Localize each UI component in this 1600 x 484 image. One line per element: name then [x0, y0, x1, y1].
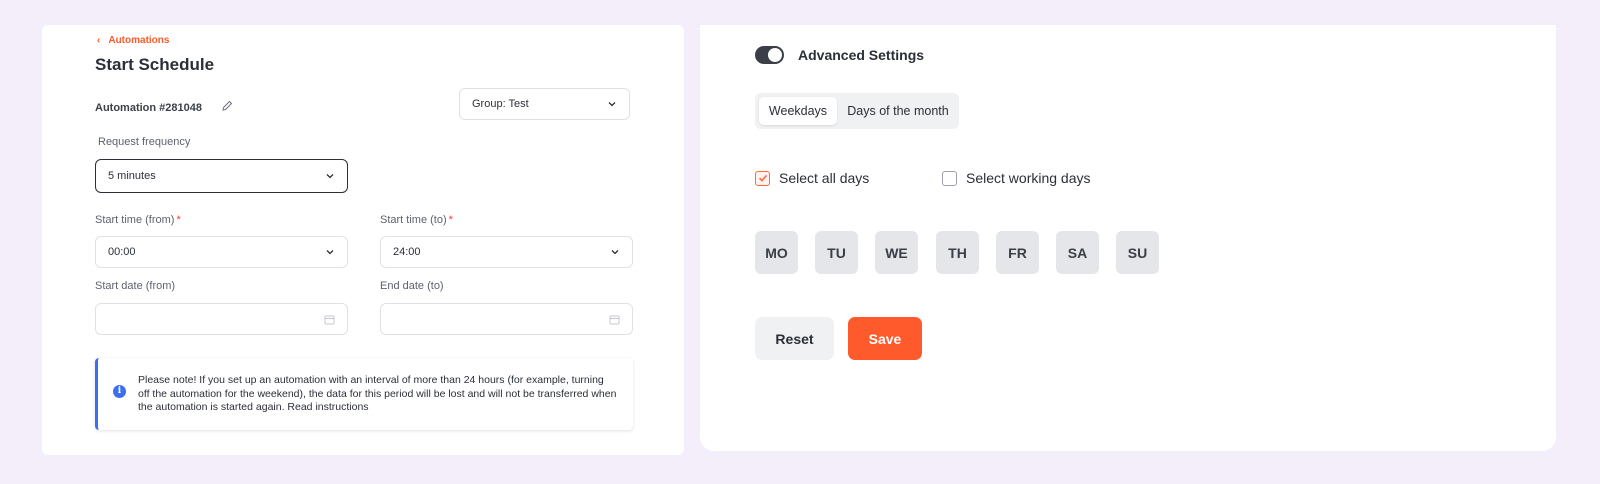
start-date-from-label: Start date (from) — [95, 280, 176, 292]
reset-button[interactable]: Reset — [755, 317, 834, 360]
tab-weekdays[interactable]: Weekdays — [759, 97, 837, 125]
checkbox-checked-icon[interactable] — [755, 170, 770, 186]
toggle-knob — [768, 48, 782, 62]
start-time-to-label-text: Start time (to) — [380, 214, 447, 226]
end-date-to-label: End date (to) — [380, 280, 444, 292]
start-time-from-label-text: Start time (from) — [95, 214, 175, 226]
group-select-value: Group: Test — [472, 98, 529, 110]
frequency-select[interactable]: 5 minutes — [95, 159, 348, 193]
day-button-sa[interactable]: SA — [1056, 231, 1099, 274]
end-date-to-input[interactable] — [380, 303, 633, 335]
chevron-left-icon: ‹ — [97, 35, 101, 46]
start-time-from-select[interactable]: 00:00 — [95, 236, 348, 268]
info-note-text: Please note! If you set up an automation… — [138, 374, 617, 413]
chevron-down-icon — [608, 102, 616, 107]
tab-days-of-month[interactable]: Days of the month — [841, 97, 955, 125]
select-working-days-label: Select working days — [966, 170, 1091, 186]
frequency-label: Request frequency — [98, 136, 191, 148]
calendar-icon — [324, 315, 335, 325]
group-select[interactable]: Group: Test — [459, 88, 630, 120]
breadcrumb-label: Automations — [108, 35, 170, 46]
edit-pencil-icon[interactable] — [220, 99, 234, 116]
schedule-panel: ‹ Automations Start Schedule Automation … — [42, 25, 684, 455]
info-note: i Please note! If you set up an automati… — [95, 358, 633, 430]
start-time-from-value: 00:00 — [108, 246, 136, 258]
breadcrumb-back-link[interactable]: ‹ Automations — [97, 35, 169, 46]
day-button-fr[interactable]: FR — [996, 231, 1039, 274]
required-mark: * — [176, 214, 181, 226]
start-time-to-select[interactable]: 24:00 — [380, 236, 633, 268]
day-button-tu[interactable]: TU — [815, 231, 858, 274]
chevron-down-icon — [326, 250, 334, 255]
advanced-settings-panel: Advanced Settings Weekdays Days of the m… — [700, 25, 1556, 451]
day-button-su[interactable]: SU — [1116, 231, 1159, 274]
select-working-days-option[interactable]: Select working days — [942, 170, 1091, 186]
info-icon: i — [113, 385, 126, 398]
automation-id-row: Automation #281048 — [95, 99, 234, 116]
chevron-down-icon — [611, 250, 619, 255]
day-button-mo[interactable]: MO — [755, 231, 798, 274]
save-button[interactable]: Save — [848, 317, 922, 360]
calendar-icon — [609, 315, 620, 325]
page-title: Start Schedule — [95, 55, 215, 74]
checkbox-unchecked-icon[interactable] — [942, 170, 957, 186]
required-mark: * — [448, 214, 453, 226]
select-all-days-label: Select all days — [779, 170, 870, 186]
advanced-settings-toggle[interactable] — [755, 46, 784, 64]
advanced-settings-label: Advanced Settings — [798, 47, 925, 63]
select-all-days-option[interactable]: Select all days — [755, 170, 869, 186]
frequency-value: 5 minutes — [108, 170, 156, 182]
day-button-we[interactable]: WE — [875, 231, 918, 274]
chevron-down-icon — [326, 174, 334, 179]
start-time-to-label: Start time (to) * — [380, 214, 453, 226]
day-button-th[interactable]: TH — [936, 231, 979, 274]
start-time-from-label: Start time (from) * — [95, 214, 181, 226]
start-date-from-input[interactable] — [95, 303, 348, 335]
automation-id-label: Automation #281048 — [95, 101, 202, 114]
schedule-mode-tabs: Weekdays Days of the month — [755, 93, 959, 129]
start-time-to-value: 24:00 — [393, 246, 421, 258]
